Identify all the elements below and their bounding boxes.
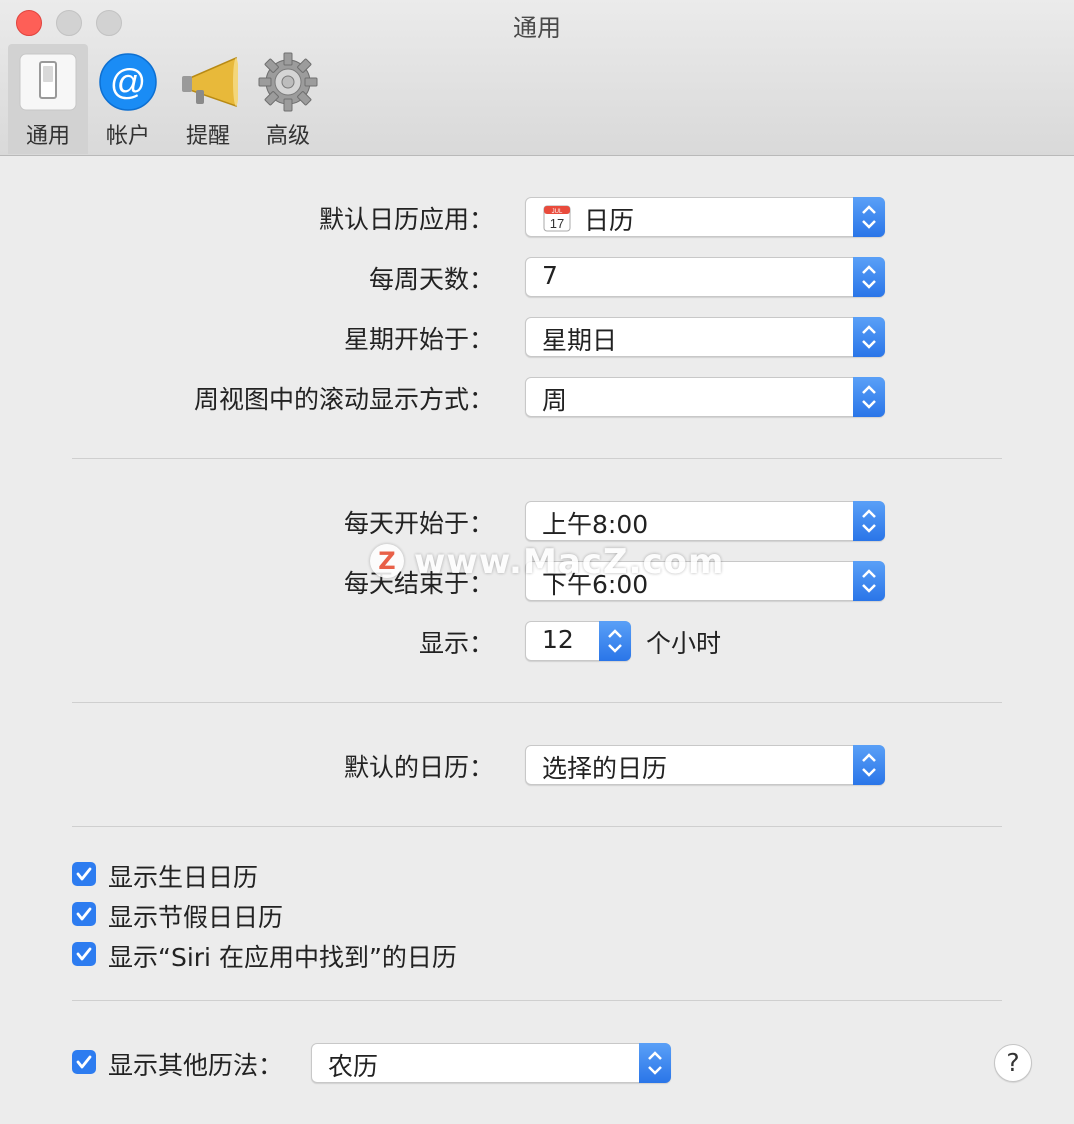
show-hours-value: 12 (542, 625, 574, 654)
checkmark-icon (76, 947, 92, 961)
other-calendar-popup[interactable]: 农历 (311, 1043, 671, 1083)
other-calendar-value: 农历 (328, 1052, 379, 1081)
day-start-value: 上午8:00 (542, 510, 649, 539)
days-per-week-value: 7 (542, 261, 558, 290)
default-calendar-popup[interactable]: 选择的日历 (525, 745, 885, 785)
watermark: Z www.MacZ.com (370, 542, 723, 584)
week-start-label: 星期开始于： (343, 325, 494, 354)
section-divider (72, 826, 1002, 827)
help-button[interactable]: ? (994, 1044, 1032, 1082)
section-divider (72, 1000, 1002, 1001)
default-calendar-label: 默认的日历： (343, 753, 494, 782)
days-per-week-label: 每周天数： (368, 265, 494, 294)
week-scroll-value: 周 (542, 386, 568, 415)
switch-icon (19, 53, 77, 111)
toolbar-label-general: 通用 (25, 124, 70, 149)
days-per-week-popup[interactable]: 7 (525, 257, 885, 297)
watermark-text: www.MacZ.com (414, 542, 725, 582)
week-start-popup[interactable]: 星期日 (525, 317, 885, 357)
day-start-popup[interactable]: 上午8:00 (525, 501, 885, 541)
default-calendar-app-popup[interactable]: JUL 17 日历 (525, 197, 885, 237)
popup-arrows-icon (853, 561, 885, 601)
window-title: 通用 (513, 14, 561, 42)
default-calendar-value: 选择的日历 (542, 754, 668, 783)
toolbar-label-advanced: 高级 (265, 124, 310, 149)
toolbar-item-accounts[interactable]: @ 帐户 (88, 44, 168, 154)
gear-icon (258, 52, 318, 112)
show-siri-found-checkbox[interactable] (72, 942, 96, 966)
default-calendar-app-label: 默认日历应用： (318, 205, 494, 234)
svg-text:@: @ (110, 61, 147, 102)
show-hours-popup[interactable]: 12 (525, 621, 631, 661)
show-birthdays-checkbox[interactable] (72, 862, 96, 886)
week-scroll-popup[interactable]: 周 (525, 377, 885, 417)
week-scroll-label: 周视图中的滚动显示方式： (193, 385, 494, 414)
show-siri-found-label[interactable]: 显示“Siri 在应用中找到”的日历 (108, 938, 457, 974)
popup-arrows-icon (853, 377, 885, 417)
section-divider (72, 458, 1002, 459)
popup-arrows-icon (853, 317, 885, 357)
calendar-app-icon: JUL 17 (543, 205, 571, 232)
popup-arrows-icon (599, 621, 631, 661)
show-hours-unit: 个小时 (646, 629, 722, 658)
toolbar-item-general[interactable]: 通用 (8, 44, 88, 154)
toolbar-label-accounts: 帐户 (105, 124, 150, 149)
calendar-icon-month: JUL (552, 209, 563, 215)
section-divider (72, 702, 1002, 703)
checkmark-icon (76, 867, 92, 881)
preferences-window: 通用 通用 @ 帐户 提醒 高级 默认日历应用： JUL 17 日历 每周天数：… (0, 0, 1074, 1124)
watermark-logo-icon: Z (370, 544, 404, 578)
checkmark-icon (76, 1055, 92, 1069)
popup-arrows-icon (639, 1043, 671, 1083)
megaphone-icon (182, 56, 238, 108)
show-other-calendar-checkbox[interactable] (72, 1050, 96, 1074)
day-start-label: 每天开始于： (343, 509, 494, 538)
toolbar-item-alerts[interactable]: 提醒 (168, 44, 248, 154)
popup-arrows-icon (853, 501, 885, 541)
default-calendar-app-value: 日历 (584, 206, 635, 235)
show-hours-label: 显示： (418, 629, 494, 658)
checkmark-icon (76, 907, 92, 921)
popup-arrows-icon (853, 257, 885, 297)
title-bar: 通用 通用 @ 帐户 提醒 高级 (0, 0, 1074, 156)
at-sign-icon: @ (99, 53, 157, 111)
show-birthdays-label[interactable]: 显示生日日历 (108, 858, 258, 894)
popup-arrows-icon (853, 745, 885, 785)
calendar-icon-day: 17 (550, 216, 564, 231)
popup-arrows-icon (853, 197, 885, 237)
week-start-value: 星期日 (542, 326, 618, 355)
show-holidays-checkbox[interactable] (72, 902, 96, 926)
show-holidays-label[interactable]: 显示节假日日历 (108, 898, 283, 934)
toolbar-item-advanced[interactable]: 高级 (248, 44, 328, 154)
toolbar-label-alerts: 提醒 (185, 124, 230, 149)
show-other-calendar-label[interactable]: 显示其他历法： (108, 1046, 283, 1082)
